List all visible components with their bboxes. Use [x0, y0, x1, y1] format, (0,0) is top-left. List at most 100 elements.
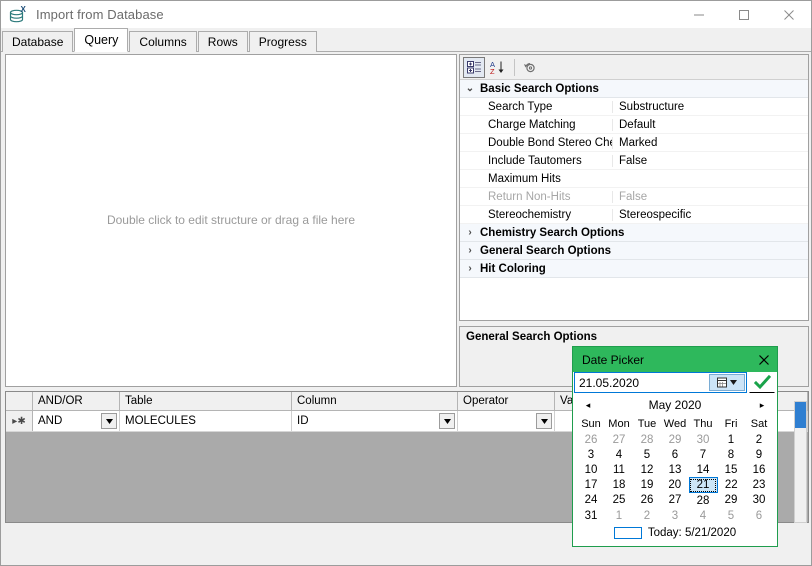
tab-columns[interactable]: Columns	[129, 31, 196, 52]
calendar-day[interactable]: 24	[577, 493, 605, 509]
calendar-day[interactable]: 1	[717, 432, 745, 447]
grid-new-row-indicator[interactable]: ▸✱	[6, 411, 33, 431]
close-button[interactable]	[766, 1, 811, 28]
property-category-basic-search-options[interactable]: ⌄ Basic Search Options	[460, 80, 808, 98]
date-input[interactable]: 21.05.2020	[574, 372, 747, 393]
cell-operator[interactable]	[458, 411, 555, 431]
minimize-button[interactable]	[676, 1, 721, 28]
calendar-day[interactable]: 27	[661, 493, 689, 509]
calendar-day[interactable]: 26	[577, 432, 605, 447]
calendar-day[interactable]: 28	[689, 493, 717, 509]
property-category-general-search-options[interactable]: › General Search Options	[460, 242, 808, 260]
calendar-day[interactable]: 8	[717, 447, 745, 462]
calendar-day[interactable]: 3	[577, 447, 605, 462]
cell-column[interactable]: ID	[292, 411, 458, 431]
calendar-day[interactable]: 4	[689, 508, 717, 523]
categorized-view-button[interactable]	[463, 57, 485, 78]
calendar-day[interactable]: 7	[689, 447, 717, 462]
calendar-day[interactable]: 22	[717, 478, 745, 493]
svg-text:X: X	[21, 5, 27, 14]
calendar-day[interactable]: 23	[745, 478, 773, 493]
calendar-day[interactable]: 20	[661, 478, 689, 493]
chevron-down-icon[interactable]: ⌄	[460, 83, 480, 94]
calendar-day[interactable]: 19	[633, 478, 661, 493]
property-category-hit-coloring[interactable]: › Hit Coloring	[460, 260, 808, 278]
calendar-day[interactable]: 13	[661, 462, 689, 478]
calendar-day[interactable]: 2	[745, 432, 773, 447]
property-row-stereochemistry[interactable]: Stereochemistry Stereospecific	[460, 206, 808, 224]
calendar-day[interactable]: 31	[577, 508, 605, 523]
cell-and-or[interactable]: AND	[33, 411, 120, 431]
grid-column-header-and-or[interactable]: AND/OR	[33, 392, 120, 410]
calendar-day[interactable]: 3	[661, 508, 689, 523]
calendar-day[interactable]: 30	[689, 432, 717, 447]
cell-table[interactable]: MOLECULES	[120, 411, 292, 431]
calendar-today-row[interactable]: Today: 5/21/2020	[577, 523, 773, 543]
property-row-include-tautomers[interactable]: Include Tautomers False	[460, 152, 808, 170]
calendar-day[interactable]: 30	[745, 493, 773, 509]
calendar-day[interactable]: 1	[605, 508, 633, 523]
calendar-dropdown-button[interactable]	[709, 374, 745, 391]
calendar-day[interactable]: 26	[633, 493, 661, 509]
property-row-charge-matching[interactable]: Charge Matching Default	[460, 116, 808, 134]
calendar-day[interactable]: 11	[605, 462, 633, 478]
calendar-day[interactable]: 5	[633, 447, 661, 462]
calendar-day-selected[interactable]: 21	[689, 478, 717, 493]
chevron-down-icon[interactable]	[439, 413, 455, 429]
confirm-date-button[interactable]	[749, 372, 775, 393]
calendar-day[interactable]: 6	[661, 447, 689, 462]
grid-column-header-operator[interactable]: Operator	[458, 392, 555, 410]
tab-bar: Database Query Columns Rows Progress	[1, 28, 811, 52]
property-row-double-bond-stereo-check[interactable]: Double Bond Stereo Check Marked	[460, 134, 808, 152]
chevron-right-icon[interactable]: ›	[460, 263, 480, 274]
scrollbar-thumb[interactable]	[795, 402, 806, 428]
prev-month-icon[interactable]: ◂	[581, 400, 595, 411]
vertical-scrollbar[interactable]	[794, 401, 807, 523]
property-category-chemistry-search-options[interactable]: › Chemistry Search Options	[460, 224, 808, 242]
calendar-day[interactable]: 9	[745, 447, 773, 462]
calendar-month-label[interactable]: May 2020	[649, 398, 702, 412]
calendar-day[interactable]: 29	[661, 432, 689, 447]
calendar-day[interactable]: 4	[605, 447, 633, 462]
property-row-search-type[interactable]: Search Type Substructure	[460, 98, 808, 116]
calendar-day[interactable]: 15	[717, 462, 745, 478]
date-input-value: 21.05.2020	[575, 376, 639, 390]
calendar-day[interactable]: 6	[745, 508, 773, 523]
chevron-down-icon[interactable]	[536, 413, 552, 429]
calendar-day[interactable]: 5	[717, 508, 745, 523]
chevron-right-icon[interactable]: ›	[460, 245, 480, 256]
property-value[interactable]: Default	[612, 119, 808, 131]
calendar-day[interactable]: 29	[717, 493, 745, 509]
property-value[interactable]: Stereospecific	[612, 209, 808, 221]
alphabetical-sort-button[interactable]: A Z	[487, 57, 509, 78]
calendar-day[interactable]: 18	[605, 478, 633, 493]
property-value[interactable]: Substructure	[612, 101, 808, 113]
calendar-day[interactable]: 16	[745, 462, 773, 478]
property-value[interactable]: False	[612, 155, 808, 167]
calendar-day[interactable]: 2	[633, 508, 661, 523]
chevron-down-icon[interactable]	[101, 413, 117, 429]
calendar-day[interactable]: 17	[577, 478, 605, 493]
chevron-right-icon[interactable]: ›	[460, 227, 480, 238]
calendar-day[interactable]: 12	[633, 462, 661, 478]
calendar-day[interactable]: 28	[633, 432, 661, 447]
property-row-maximum-hits[interactable]: Maximum Hits	[460, 170, 808, 188]
grid-column-header-column[interactable]: Column	[292, 392, 458, 410]
grid-column-header-table[interactable]: Table	[120, 392, 292, 410]
calendar-day[interactable]: 27	[605, 432, 633, 447]
calendar-day[interactable]: 14	[689, 462, 717, 478]
tab-progress[interactable]: Progress	[249, 31, 317, 52]
next-month-icon[interactable]: ▸	[755, 400, 769, 411]
close-icon[interactable]	[751, 347, 777, 372]
property-value[interactable]: Marked	[612, 137, 808, 149]
tab-rows[interactable]: Rows	[198, 31, 248, 52]
tab-query[interactable]: Query	[74, 28, 128, 52]
database-x-icon: X	[8, 5, 28, 25]
calendar-day[interactable]: 25	[605, 493, 633, 509]
calendar-day[interactable]: 10	[577, 462, 605, 478]
date-picker-title-bar: Date Picker	[573, 347, 777, 372]
maximize-button[interactable]	[721, 1, 766, 28]
structure-editor-panel[interactable]: Double click to edit structure or drag a…	[5, 54, 457, 387]
reset-settings-button[interactable]	[519, 57, 541, 78]
tab-database[interactable]: Database	[2, 31, 73, 52]
